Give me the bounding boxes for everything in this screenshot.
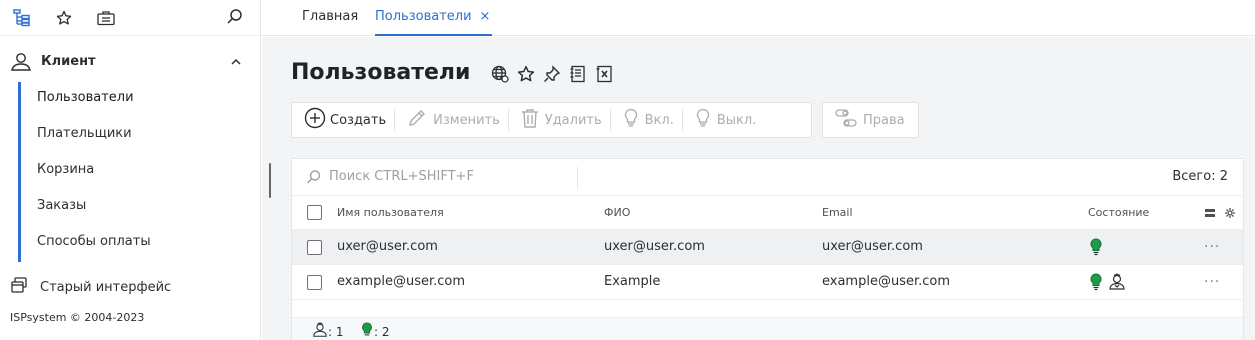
enable-button[interactable]: Вкл. [611, 102, 682, 138]
column-header-username[interactable]: Имя пользователя [337, 206, 444, 219]
old-interface-label: Старый интерфейс [40, 279, 172, 295]
title-actions [490, 64, 620, 84]
edit-button-label: Изменить [433, 112, 500, 128]
enable-button-label: Вкл. [644, 112, 674, 128]
sidebar-section-label: Клиент [41, 54, 96, 69]
delete-button-label: Удалить [544, 112, 602, 128]
cell-email: example@user.com [822, 274, 951, 289]
sidebar-resize-handle[interactable] [269, 163, 271, 198]
admin-count: : 1 [328, 324, 344, 339]
enabled-summary: : 2 [360, 322, 390, 340]
tab-users-label: Пользователи [375, 9, 472, 24]
row-checkbox[interactable] [307, 240, 322, 255]
sidebar-item-users[interactable]: Пользователи [21, 82, 248, 118]
tab-bar: Главная Пользователи × [262, 0, 1255, 36]
table-search-bar: Поиск CTRL+SHIFT+F Всего: 2 [292, 159, 1243, 196]
cell-username: uxer@user.com [337, 239, 438, 254]
table-row[interactable]: uxer@user.com uxer@user.com uxer@user.co… [292, 230, 1243, 265]
admin-summary: : 1 [312, 322, 344, 340]
sidebar-toolbar [0, 0, 260, 36]
search-icon [306, 169, 322, 189]
create-button[interactable]: Создать [292, 102, 394, 138]
rights-button-label: Права [863, 112, 905, 128]
sidebar-section-client[interactable]: Клиент [0, 48, 261, 76]
admin-icon [312, 322, 328, 340]
edit-button[interactable]: Изменить [395, 102, 508, 138]
plus-circle-icon [304, 107, 326, 133]
column-header-state[interactable]: Состояние [1088, 206, 1149, 219]
rights-button[interactable]: Права [823, 102, 913, 138]
enabled-count: : 2 [374, 324, 390, 339]
column-header-fio[interactable]: ФИО [604, 206, 630, 219]
copyright: ISPsystem © 2004-2023 [10, 311, 145, 324]
enabled-icon [360, 322, 374, 340]
table-row[interactable]: example@user.com Example example@user.co… [292, 265, 1243, 300]
document-icon[interactable] [568, 64, 588, 84]
sidebar-item-orders[interactable]: Заказы [21, 190, 248, 226]
cell-fio: Example [604, 274, 661, 289]
sidebar-item-payment-methods[interactable]: Способы оплаты [21, 226, 248, 262]
admin-icon [1108, 273, 1126, 295]
tab-users[interactable]: Пользователи × [375, 0, 493, 36]
table-header: Имя пользователя ФИО Email Состояние [292, 196, 1243, 230]
action-toolbar: Создать Изменить Удалить Вкл. Выкл. [291, 102, 812, 138]
cell-email: uxer@user.com [822, 239, 923, 254]
globe-icon[interactable] [490, 64, 510, 84]
star-icon[interactable] [54, 8, 74, 28]
create-button-label: Создать [330, 112, 387, 128]
lightbulb-off-icon [695, 108, 711, 132]
sliders-icon [835, 108, 857, 132]
enabled-icon [1089, 238, 1103, 260]
search-icon[interactable] [226, 8, 246, 28]
column-density-icon[interactable] [1204, 207, 1216, 223]
row-checkbox[interactable] [307, 275, 322, 290]
enabled-icon [1089, 273, 1103, 295]
user-icon [10, 52, 32, 76]
row-menu-button[interactable]: ··· [1204, 274, 1220, 290]
tree-menu-icon[interactable] [12, 8, 32, 28]
disable-button-label: Выкл. [716, 112, 757, 128]
delete-button[interactable]: Удалить [509, 102, 610, 138]
users-table: Поиск CTRL+SHIFT+F Всего: 2 Имя пользова… [291, 158, 1244, 340]
windows-icon [10, 276, 28, 298]
sidebar-submenu: Пользователи Плательщики Корзина Заказы … [18, 82, 248, 262]
briefcase-icon[interactable] [96, 8, 116, 28]
tab-home[interactable]: Главная [302, 0, 358, 36]
disable-button[interactable]: Выкл. [683, 102, 764, 138]
cell-username: example@user.com [337, 274, 466, 289]
pin-icon[interactable] [542, 64, 562, 84]
star-icon[interactable] [516, 64, 536, 84]
rights-toolbar: Права [822, 102, 919, 138]
search-divider [577, 167, 578, 189]
lightbulb-icon [623, 108, 639, 132]
close-icon[interactable]: × [480, 9, 491, 24]
page-title: Пользователи [291, 60, 471, 85]
gear-icon[interactable] [1224, 207, 1236, 223]
total-count: Всего: 2 [1172, 169, 1228, 184]
old-interface-link[interactable]: Старый интерфейс [10, 276, 171, 298]
pencil-icon [407, 108, 427, 132]
select-all-checkbox[interactable] [307, 205, 322, 220]
chevron-up-icon[interactable] [229, 55, 243, 73]
table-footer-summary: : 1 : 2 [292, 317, 1243, 340]
search-input[interactable]: Поиск CTRL+SHIFT+F [329, 169, 474, 184]
sidebar-item-payers[interactable]: Плательщики [21, 118, 248, 154]
sidebar-item-cart[interactable]: Корзина [21, 154, 248, 190]
excel-export-icon[interactable] [594, 64, 614, 84]
column-header-email[interactable]: Email [822, 206, 853, 219]
row-menu-button[interactable]: ··· [1204, 239, 1220, 255]
trash-icon [521, 108, 539, 132]
sidebar: Клиент Пользователи Плательщики Корзина … [0, 0, 261, 340]
cell-fio: uxer@user.com [604, 239, 705, 254]
